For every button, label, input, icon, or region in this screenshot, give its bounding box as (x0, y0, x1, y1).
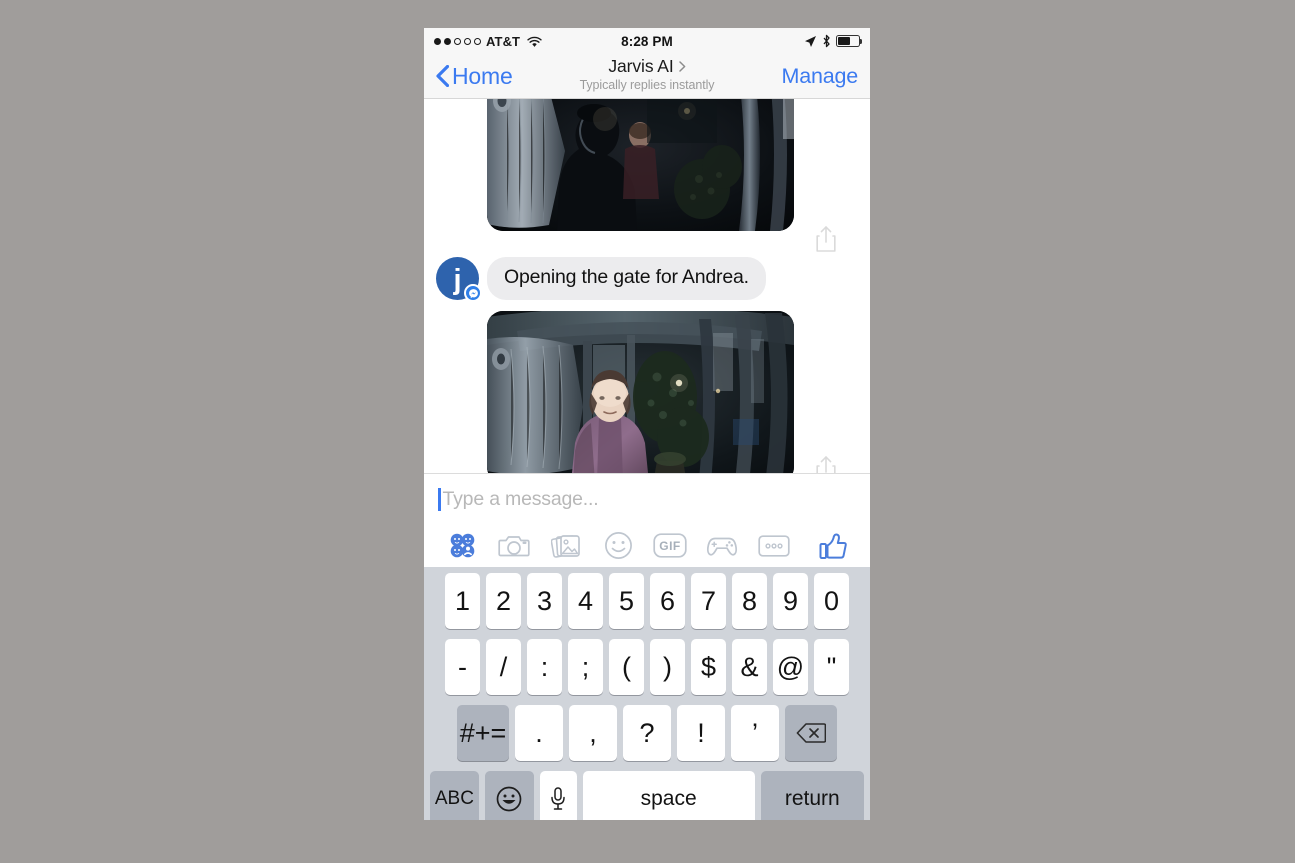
conversation-title-button[interactable]: Jarvis AI (608, 56, 685, 77)
key-apostrophe[interactable]: ’ (731, 705, 779, 761)
message-input-placeholder: Type a message... (442, 487, 599, 510)
key-return[interactable]: return (760, 771, 864, 820)
keyboard-symbol-row: - / : ; ( ) $ & @ " (427, 639, 867, 695)
chevron-right-icon (678, 61, 685, 72)
status-bar: AT&T 8:28 PM (424, 28, 870, 54)
message-image-night-gate[interactable] (487, 99, 794, 231)
conversation-title: Jarvis AI (608, 56, 674, 76)
avatar-letter: j (453, 264, 462, 296)
key-question[interactable]: ? (623, 705, 671, 761)
keyboard[interactable]: 1 2 3 4 5 6 7 8 9 0 - / : ; ( ) $ & @ " … (424, 567, 870, 820)
chevron-left-icon (436, 65, 449, 87)
key-2[interactable]: 2 (486, 573, 521, 629)
key-paren-open[interactable]: ( (609, 639, 644, 695)
key-semicolon[interactable]: ; (568, 639, 603, 695)
gamepad-icon[interactable] (696, 528, 748, 564)
key-at[interactable]: @ (773, 639, 808, 695)
key-period[interactable]: . (515, 705, 563, 761)
message-thread[interactable]: j Opening the gate for Andrea. (424, 99, 870, 474)
key-5[interactable]: 5 (609, 573, 644, 629)
share-button[interactable] (815, 455, 837, 474)
key-paren-close[interactable]: ) (650, 639, 685, 695)
share-button[interactable] (815, 225, 837, 253)
key-4[interactable]: 4 (568, 573, 603, 629)
battery-icon (836, 35, 863, 47)
key-abc[interactable]: ABC (430, 771, 479, 820)
back-button[interactable]: Home (436, 63, 513, 90)
text-caret (438, 487, 441, 511)
key-exclamation[interactable]: ! (677, 705, 725, 761)
apps-grid-icon[interactable] (436, 528, 488, 564)
key-dollar[interactable]: $ (691, 639, 726, 695)
key-hyphen[interactable]: - (445, 639, 480, 695)
manage-button[interactable]: Manage (782, 64, 859, 89)
nav-header: Home Jarvis AI Typically replies instant… (424, 54, 870, 99)
key-6[interactable]: 6 (650, 573, 685, 629)
key-slash[interactable]: / (486, 639, 521, 695)
svg-text:GIF: GIF (659, 539, 681, 553)
key-8[interactable]: 8 (732, 573, 767, 629)
key-quote[interactable]: " (814, 639, 849, 695)
message-bubble-text[interactable]: Opening the gate for Andrea. (487, 257, 766, 300)
keyboard-bottom-row: ABC space return (427, 771, 867, 820)
key-symbol-toggle[interactable]: #+= (457, 705, 509, 761)
thumbs-up-icon[interactable] (810, 528, 856, 564)
key-7[interactable]: 7 (691, 573, 726, 629)
status-bar-right (804, 34, 863, 48)
more-dots-icon[interactable] (748, 528, 800, 564)
composer-icon-row: GIF (424, 524, 870, 567)
location-arrow-icon (805, 35, 816, 47)
backspace-icon[interactable] (785, 705, 837, 761)
keyboard-number-row: 1 2 3 4 5 6 7 8 9 0 (427, 573, 867, 629)
message-image-woman-at-gate[interactable] (487, 311, 794, 473)
microphone-icon[interactable] (539, 771, 577, 820)
camera-icon[interactable] (488, 528, 540, 564)
keyboard-punctuation-row: #+= . , ? ! ’ (427, 705, 867, 761)
phone-screen: AT&T 8:28 PM Home Jarvis AI Typically re… (424, 28, 870, 820)
key-0[interactable]: 0 (814, 573, 849, 629)
emoji-smiley-icon[interactable] (484, 771, 534, 820)
key-colon[interactable]: : (527, 639, 562, 695)
conversation-subtitle: Typically replies instantly (579, 78, 715, 92)
back-button-label: Home (452, 62, 513, 89)
key-comma[interactable]: , (569, 705, 617, 761)
gif-icon[interactable]: GIF (644, 528, 696, 564)
photos-icon[interactable] (540, 528, 592, 564)
key-9[interactable]: 9 (773, 573, 808, 629)
messenger-bolt-icon (464, 284, 482, 302)
message-input[interactable]: Type a message... (424, 474, 870, 524)
sticker-smiley-icon[interactable] (592, 528, 644, 564)
key-3[interactable]: 3 (527, 573, 562, 629)
key-space[interactable]: space (582, 771, 755, 820)
key-1[interactable]: 1 (445, 573, 480, 629)
bluetooth-icon (823, 34, 830, 48)
avatar[interactable]: j (436, 257, 482, 302)
composer: Type a message... GIF (424, 474, 870, 567)
key-ampersand[interactable]: & (732, 639, 767, 695)
